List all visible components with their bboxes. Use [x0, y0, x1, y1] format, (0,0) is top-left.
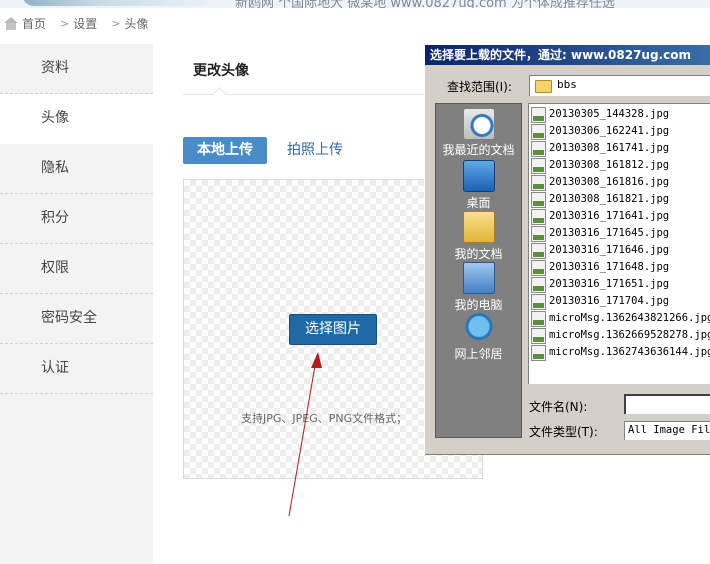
file-name: 20130316_171651.jpg [549, 278, 670, 290]
file-item[interactable]: 20130316_171648.jpg [529, 259, 710, 276]
file-item[interactable]: microMsg.1362669528278.jpg [529, 327, 710, 344]
choose-image-button[interactable]: 选择图片 [289, 314, 377, 345]
file-item[interactable]: 20130308_161821.jpg [529, 191, 710, 208]
jpg-file-icon [531, 276, 546, 293]
title-pointer [213, 87, 226, 100]
place-my-computer[interactable]: 我的电脑 [436, 262, 521, 313]
recent-documents-icon [463, 109, 494, 139]
place-label: 我最近的文档 [442, 143, 515, 157]
file-name: 20130308_161741.jpg [549, 142, 670, 154]
tab-local-upload[interactable]: 本地上传 [183, 137, 267, 164]
chevron-right-icon: > [60, 16, 70, 30]
file-name: 20130316_171646.jpg [549, 244, 670, 256]
file-name: microMsg.1362643821266.jpg [549, 312, 710, 324]
chevron-right-icon: > [111, 16, 121, 30]
jpg-file-icon [531, 174, 546, 191]
file-item[interactable]: 20130308_161741.jpg [529, 140, 710, 157]
file-name: 20130316_171704.jpg [549, 295, 670, 307]
sidebar-item-verification[interactable]: 认证 [0, 344, 153, 394]
jpg-file-icon [531, 344, 546, 361]
sidebar-item-profile[interactable]: 资料 [0, 44, 153, 94]
jpg-file-icon [531, 293, 546, 310]
dialog-title: 选择要上载的文件，通过: www.0827ug.com [425, 45, 710, 65]
jpg-file-icon [531, 259, 546, 276]
file-upload-dialog: 选择要上载的文件，通过: www.0827ug.com 查找范围(I): bbs… [424, 44, 710, 455]
file-item[interactable]: 20130316_171641.jpg [529, 208, 710, 225]
jpg-file-icon [531, 123, 546, 140]
tab-camera-upload[interactable]: 拍照上传 [287, 137, 343, 164]
place-label: 我的电脑 [454, 298, 503, 312]
file-name: 20130316_171648.jpg [549, 261, 670, 273]
jpg-file-icon [531, 242, 546, 259]
place-recent-documents[interactable]: 我最近的文档 [436, 109, 521, 158]
top-banner: 新鸥网 个国际地大 微某地 www.0827ug.com 为个体成推荐任选 [0, 0, 710, 8]
file-list: 20130305_144328.jpg 20130306_162241.jpg … [528, 103, 710, 384]
place-label: 网上邻居 [454, 347, 503, 361]
my-documents-icon [462, 211, 495, 243]
breadcrumb: 首页 > 设置 > 头像 [0, 10, 710, 36]
file-name: microMsg.1362743636144.jpg [549, 346, 710, 358]
sidebar-item-permissions[interactable]: 权限 [0, 244, 153, 294]
file-item[interactable]: 20130316_171646.jpg [529, 242, 710, 259]
file-name: 20130316_171641.jpg [549, 210, 670, 222]
file-item[interactable]: 20130316_171704.jpg [529, 293, 710, 310]
file-item[interactable]: 20130305_144328.jpg [529, 106, 710, 123]
filetype-dropdown[interactable]: All Image Files [624, 421, 710, 440]
file-name: 20130316_171645.jpg [549, 227, 670, 239]
file-name: microMsg.1362669528278.jpg [549, 329, 710, 341]
supported-formats-note: 支持JPG、JPEG、PNG文件格式； [241, 412, 408, 425]
my-computer-icon [462, 262, 495, 294]
network-icon [463, 313, 494, 343]
home-icon[interactable] [4, 16, 18, 30]
file-name: 20130305_144328.jpg [549, 108, 670, 120]
filetype-label: 文件类型(T): [529, 425, 598, 439]
lookin-label: 查找范围(I): [447, 80, 512, 94]
jpg-file-icon [531, 157, 546, 174]
file-item[interactable]: 20130308_161816.jpg [529, 174, 710, 191]
file-item[interactable]: microMsg.1362743636144.jpg [529, 344, 710, 361]
place-desktop[interactable]: 桌面 [436, 160, 521, 211]
settings-sidebar: 资料 头像 隐私 积分 权限 密码安全 认证 [0, 44, 153, 564]
jpg-file-icon [531, 310, 546, 327]
place-label: 我的文档 [454, 247, 503, 261]
sidebar-item-privacy[interactable]: 隐私 [0, 144, 153, 194]
jpg-file-icon [531, 327, 546, 344]
file-name: 20130306_162241.jpg [549, 125, 670, 137]
file-name: 20130308_161821.jpg [549, 193, 670, 205]
place-my-documents[interactable]: 我的文档 [436, 211, 521, 262]
breadcrumb-home[interactable]: 首页 [22, 15, 46, 32]
filetype-value: All Image Files [628, 424, 710, 436]
jpg-file-icon [531, 225, 546, 242]
file-item[interactable]: 20130308_161812.jpg [529, 157, 710, 174]
desktop-icon [462, 160, 495, 192]
banner-image [22, 0, 212, 6]
filename-label: 文件名(N): [529, 400, 588, 414]
breadcrumb-settings[interactable]: 设置 [73, 15, 97, 32]
place-label: 桌面 [466, 196, 491, 210]
filename-input[interactable] [624, 394, 710, 414]
jpg-file-icon [531, 191, 546, 208]
sidebar-item-password-security[interactable]: 密码安全 [0, 294, 153, 344]
breadcrumb-current: 头像 [124, 16, 149, 31]
lookin-value: bbs [557, 78, 577, 91]
sidebar-item-avatar[interactable]: 头像 [0, 94, 153, 144]
file-name: 20130308_161816.jpg [549, 176, 670, 188]
place-network[interactable]: 网上邻居 [436, 313, 521, 362]
banner-text: 新鸥网 个国际地大 微某地 www.0827ug.com 为个体成推荐任选 [235, 0, 615, 8]
folder-icon [535, 80, 552, 93]
jpg-file-icon [531, 140, 546, 157]
sidebar-item-points[interactable]: 积分 [0, 194, 153, 244]
file-item[interactable]: 20130316_171651.jpg [529, 276, 710, 293]
page-title: 更改头像 [193, 63, 249, 79]
jpg-file-icon [531, 208, 546, 225]
file-item[interactable]: microMsg.1362643821266.jpg [529, 310, 710, 327]
lookin-dropdown[interactable]: bbs [529, 75, 710, 96]
jpg-file-icon [531, 106, 546, 123]
file-item[interactable]: 20130306_162241.jpg [529, 123, 710, 140]
places-bar: 我最近的文档 桌面 我的文档 我的电脑 网上邻居 [435, 103, 522, 438]
file-item[interactable]: 20130316_171645.jpg [529, 225, 710, 242]
file-name: 20130308_161812.jpg [549, 159, 670, 171]
